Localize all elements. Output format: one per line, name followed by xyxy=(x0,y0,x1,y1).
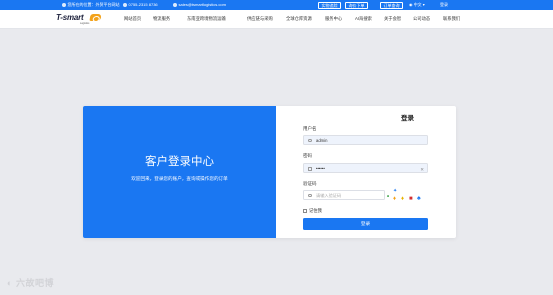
nav-supply-chain[interactable]: 供应链与采购 xyxy=(247,16,273,21)
login-button[interactable]: 登录 xyxy=(303,218,428,230)
location-icon xyxy=(62,3,66,7)
nav-about[interactable]: 关于会智 xyxy=(384,16,401,21)
nav-contact[interactable]: 联系我们 xyxy=(443,16,460,21)
watermark-logo-icon: ◐ xyxy=(7,278,16,288)
nav-logistics[interactable]: 物流服务 xyxy=(153,16,170,21)
welcome-panel: 客户登录中心 欢迎回来，登录您的账户，查询或操作您的订单 xyxy=(83,106,276,238)
lock-icon xyxy=(308,167,312,171)
welcome-title: 客户登录中心 xyxy=(145,156,214,168)
form-title: 登录 xyxy=(401,115,414,122)
chevron-down-icon: ▾ xyxy=(421,2,425,7)
show-password-icon[interactable]: ✕ xyxy=(420,167,424,172)
logo-badge-icon xyxy=(89,13,102,21)
username-input[interactable]: admin xyxy=(303,135,428,145)
phone-icon xyxy=(123,3,127,7)
password-input[interactable]: •••••• ✕ xyxy=(303,163,428,173)
main-nav: T-smart Logistics 网站首页 物流服务 东南亚跨境物流运输 供应… xyxy=(0,10,553,29)
captcha-input[interactable]: 请输入验证码 xyxy=(303,190,385,200)
tracking-button[interactable]: 实物追踪 xyxy=(318,1,341,9)
nav-ai-search[interactable]: AI海搜索 xyxy=(355,16,372,21)
username-label: 用户名 xyxy=(303,126,317,131)
phone-info: 0755-2315 8736 xyxy=(123,3,158,7)
language-selector[interactable]: ◉ 中文 ▾ xyxy=(409,3,425,7)
top-info-bar: 您所在的位置：外贸平台网站 0755-2315 8736 sales@tsmar… xyxy=(0,0,553,10)
welcome-subtitle: 欢迎回来，登录您的账户，查询或操作您的订单 xyxy=(131,176,228,181)
email-icon xyxy=(173,3,177,7)
checkbox-icon xyxy=(303,208,307,213)
shield-icon xyxy=(308,193,312,198)
nav-news[interactable]: 公司动态 xyxy=(413,16,430,21)
top-login-link[interactable]: 登录 xyxy=(440,3,448,7)
nav-sea-logistics[interactable]: 东南亚跨境物流运输 xyxy=(187,16,226,21)
login-card: 客户登录中心 欢迎回来，登录您的账户，查询或操作您的订单 登录 用户名 admi… xyxy=(83,106,456,238)
captcha-label: 验证码 xyxy=(303,181,317,186)
user-icon xyxy=(308,138,312,143)
inquiry-button[interactable]: 询价下单 xyxy=(345,1,368,9)
captcha-image[interactable]: • ✦ ♦ ♦ ■ ♠ xyxy=(387,189,429,206)
nav-warehouse[interactable]: 全球仓库资源 xyxy=(286,16,312,21)
address-info: 您所在的位置：外贸平台网站 xyxy=(62,3,120,7)
remember-me-checkbox[interactable]: 记住我 xyxy=(303,208,322,213)
password-label: 密码 xyxy=(303,153,312,158)
watermark: ◐ 六故吧博 xyxy=(7,278,54,288)
order-query-button[interactable]: 订单查询 xyxy=(380,1,403,9)
nav-home[interactable]: 网站首页 xyxy=(124,16,141,21)
nav-service-center[interactable]: 服务中心 xyxy=(325,16,342,21)
email-info[interactable]: sales@tsmartlogistics.com xyxy=(173,3,226,7)
